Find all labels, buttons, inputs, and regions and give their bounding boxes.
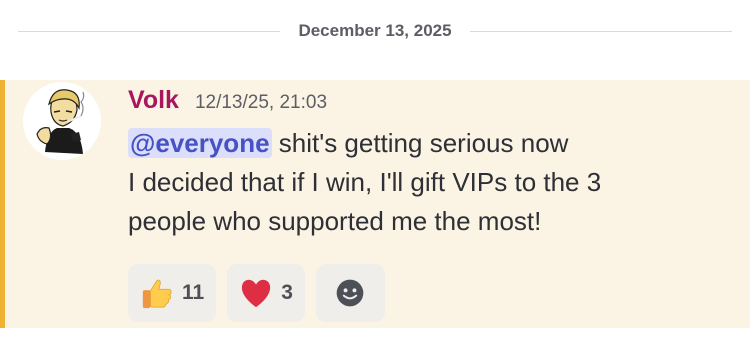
timestamp[interactable]: 12/13/25, 21:03 [195, 92, 327, 114]
message-line-2: I decided that if I win, I'll gift VIPs … [128, 167, 602, 197]
message-line-1: @everyone shit's getting serious now [128, 124, 728, 163]
add-reaction-button[interactable] [315, 264, 385, 322]
reactions: 11 3 [128, 264, 385, 322]
red-heart-icon [242, 279, 271, 308]
thumbs-up-icon [142, 279, 172, 309]
divider-line-left [18, 30, 281, 32]
divider-line-right [469, 30, 733, 32]
username[interactable]: Volk [128, 86, 179, 115]
date-divider: December 13, 2025 [18, 16, 733, 46]
message: Volk 12/13/25, 21:03 @everyone shit's ge… [0, 80, 750, 328]
reaction-red-heart[interactable]: 3 [227, 264, 305, 322]
reaction-thumbs-up[interactable]: 11 [128, 264, 217, 322]
smiley-face-icon [337, 279, 364, 307]
avatar[interactable] [23, 82, 101, 160]
reaction-count-red-heart: 3 [281, 281, 293, 304]
message-header: Volk 12/13/25, 21:03 [128, 86, 327, 120]
reaction-count-thumbs-up: 11 [182, 281, 205, 304]
divider-date: December 13, 2025 [298, 21, 452, 40]
message-content: @everyone shit's getting serious now I d… [128, 124, 728, 241]
everyone-mention[interactable]: @everyone [128, 128, 272, 158]
mention-highlight-bar [0, 80, 5, 328]
message-line-1-text: shit's getting serious now [271, 128, 569, 158]
message-line-3: people who supported me the most! [128, 206, 542, 236]
